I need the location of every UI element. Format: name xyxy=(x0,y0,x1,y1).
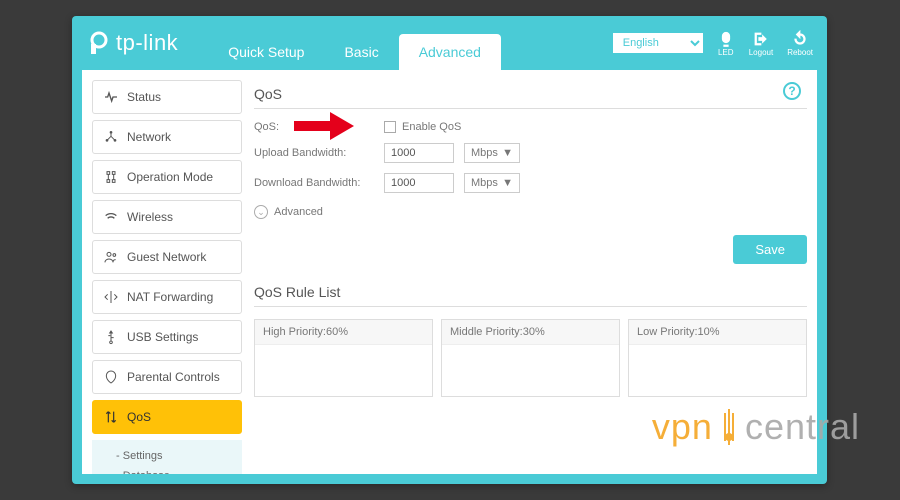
rule-header-high: High Priority:60% xyxy=(255,320,432,345)
tab-advanced[interactable]: Advanced xyxy=(399,34,501,70)
top-tabs: Quick Setup Basic Advanced xyxy=(208,16,501,70)
sidebar-item-wireless[interactable]: Wireless xyxy=(92,200,242,234)
usb-icon xyxy=(103,329,119,345)
router-admin-window: tp-link Quick Setup Basic Advanced Engli… xyxy=(72,16,827,484)
save-button[interactable]: Save xyxy=(733,235,807,264)
sidebar-item-usb-settings[interactable]: USB Settings xyxy=(92,320,242,354)
sidebar-item-network[interactable]: Network xyxy=(92,120,242,154)
reboot-icon xyxy=(791,30,809,48)
logout-icon xyxy=(752,30,770,48)
topbar: tp-link Quick Setup Basic Advanced Engli… xyxy=(72,16,827,70)
sidebar-sub-settings[interactable]: Settings xyxy=(116,446,242,466)
operation-mode-icon xyxy=(103,169,119,185)
wireless-icon xyxy=(103,209,119,225)
qos-icon xyxy=(103,409,119,425)
sidebar-sub-database[interactable]: Database xyxy=(116,466,242,474)
rule-col-low: Low Priority:10% xyxy=(628,319,807,397)
parental-icon xyxy=(103,369,119,385)
top-icon-group: LED Logout Reboot xyxy=(717,30,813,57)
language-select[interactable]: English xyxy=(613,33,703,53)
tab-basic[interactable]: Basic xyxy=(324,34,398,70)
sidebar: Status Network Operation Mode Wireless G… xyxy=(92,80,242,464)
led-button[interactable]: LED xyxy=(717,30,735,57)
tab-quick-setup[interactable]: Quick Setup xyxy=(208,34,324,70)
status-icon xyxy=(103,89,119,105)
tplink-logo-icon xyxy=(86,30,112,56)
sidebar-item-qos[interactable]: QoS xyxy=(92,400,242,434)
brand-text: tp-link xyxy=(116,30,178,56)
main-panel: ? QoS QoS: Enable QoS Upload Bandwidth: … xyxy=(254,80,807,464)
help-icon[interactable]: ? xyxy=(783,82,801,100)
section-title-qos: QoS xyxy=(254,80,807,109)
body-area: Status Network Operation Mode Wireless G… xyxy=(82,70,817,474)
sidebar-item-operation-mode[interactable]: Operation Mode xyxy=(92,160,242,194)
logout-button[interactable]: Logout xyxy=(749,30,773,57)
sidebar-item-nat-forwarding[interactable]: NAT Forwarding xyxy=(92,280,242,314)
row-upload-bandwidth: Upload Bandwidth: Mbps ▼ xyxy=(254,143,807,163)
upload-bandwidth-input[interactable] xyxy=(384,143,454,163)
qos-rule-columns: High Priority:60% Middle Priority:30% Lo… xyxy=(254,319,807,397)
enable-qos-checkbox[interactable] xyxy=(384,121,396,133)
upload-label: Upload Bandwidth: xyxy=(254,147,384,159)
nat-icon xyxy=(103,289,119,305)
brand-logo: tp-link xyxy=(86,30,178,56)
section-title-rule-list: QoS Rule List xyxy=(254,278,807,307)
rule-col-middle: Middle Priority:30% xyxy=(441,319,620,397)
advanced-toggle[interactable]: ⌄ Advanced xyxy=(254,205,807,219)
reboot-button[interactable]: Reboot xyxy=(787,30,813,57)
sidebar-item-status[interactable]: Status xyxy=(92,80,242,114)
chevron-down-icon: ▼ xyxy=(502,177,513,189)
guest-network-icon xyxy=(103,249,119,265)
enable-qos-label: Enable QoS xyxy=(402,121,461,133)
download-label: Download Bandwidth: xyxy=(254,177,384,189)
sidebar-item-parental-controls[interactable]: Parental Controls xyxy=(92,360,242,394)
download-bandwidth-input[interactable] xyxy=(384,173,454,193)
upload-unit-select[interactable]: Mbps ▼ xyxy=(464,143,520,163)
chevron-down-icon: ▼ xyxy=(502,147,513,159)
pointer-arrow-icon xyxy=(294,112,354,140)
rule-header-middle: Middle Priority:30% xyxy=(442,320,619,345)
rule-col-high: High Priority:60% xyxy=(254,319,433,397)
chevron-down-icon: ⌄ xyxy=(254,205,268,219)
sidebar-qos-submenu: Settings Database xyxy=(92,440,242,474)
sidebar-item-guest-network[interactable]: Guest Network xyxy=(92,240,242,274)
row-download-bandwidth: Download Bandwidth: Mbps ▼ xyxy=(254,173,807,193)
rule-header-low: Low Priority:10% xyxy=(629,320,806,345)
download-unit-select[interactable]: Mbps ▼ xyxy=(464,173,520,193)
led-icon xyxy=(717,30,735,48)
network-icon xyxy=(103,129,119,145)
